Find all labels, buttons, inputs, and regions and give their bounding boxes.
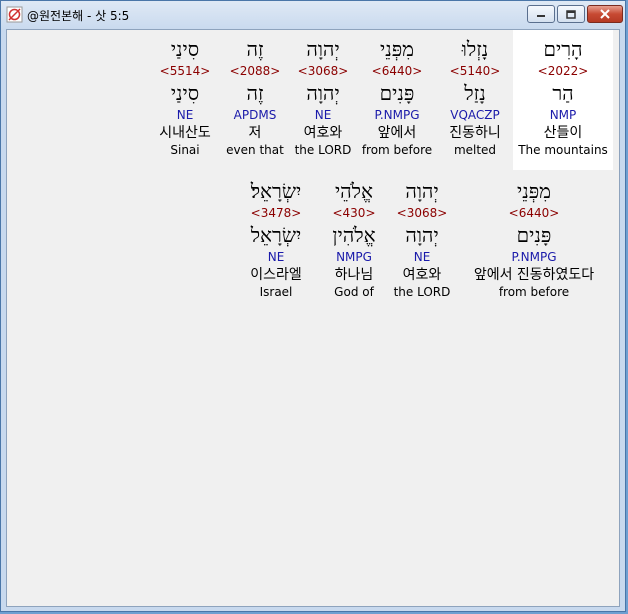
parsing-code: NE — [267, 250, 285, 264]
app-window: @원전본해 - 삿 5:5 הָרִים <2022> הַר NMP 산들이 … — [0, 0, 626, 612]
word-column[interactable]: מִפְּנֵי <6440> פָּנִים P.NMPG 앞에서 진동하였도… — [459, 178, 609, 300]
minimize-button[interactable] — [527, 5, 555, 23]
strongs-number[interactable]: <5514> — [135, 62, 235, 80]
english-gloss: Sinai — [170, 143, 200, 157]
korean-gloss: 이스라엘 — [250, 267, 302, 283]
maximize-icon — [566, 9, 576, 19]
english-gloss: Israel — [259, 285, 293, 299]
close-button[interactable] — [587, 5, 623, 23]
strongs-number[interactable]: <2022> — [513, 62, 613, 80]
hebrew-lemma: פָּנִים — [516, 223, 552, 247]
interlinear-panel[interactable]: הָרִים <2022> הַר NMP 산들이 The mountains … — [6, 29, 620, 607]
hebrew-lemma: הַר — [552, 81, 574, 105]
hebrew-lemma: יִשְׂרָאֵל — [250, 223, 302, 247]
close-icon — [600, 9, 610, 19]
word-column[interactable]: סִינַי <5514> סִינַי NE 시내산도 Sinai — [135, 36, 235, 158]
hebrew-word: מִפְּנֵי — [516, 179, 552, 203]
parsing-code: P.NMPG — [511, 250, 557, 264]
strongs-number[interactable]: <3478> — [226, 204, 326, 222]
bible-app-icon — [6, 6, 23, 23]
word-column[interactable]: יִשְׂרָאֵל׃ <3478> יִשְׂרָאֵל NE 이스라엘 Is… — [226, 178, 326, 300]
title-bar[interactable]: @원전본해 - 삿 5:5 — [1, 1, 625, 29]
parsing-code: NMP — [549, 108, 577, 122]
english-gloss: The mountains — [518, 143, 608, 157]
korean-gloss: 시내산도 — [159, 125, 211, 141]
hebrew-lemma: סִינַי — [170, 81, 200, 105]
strongs-number[interactable]: <6440> — [459, 204, 609, 222]
maximize-button[interactable] — [557, 5, 585, 23]
english-gloss: from before — [498, 285, 570, 299]
word-column[interactable]: הָרִים <2022> הַר NMP 산들이 The mountains — [513, 36, 613, 158]
korean-gloss: 산들이 — [543, 125, 583, 141]
minimize-icon — [537, 15, 545, 17]
hebrew-word: סִינַי — [170, 37, 200, 61]
window-title: @원전본해 - 삿 5:5 — [27, 9, 130, 23]
korean-gloss: 앞에서 진동하였도다 — [473, 267, 595, 283]
hebrew-word: הָרִים — [543, 37, 583, 61]
parsing-code: NE — [176, 108, 194, 122]
hebrew-word: יִשְׂרָאֵל׃ — [250, 179, 302, 203]
